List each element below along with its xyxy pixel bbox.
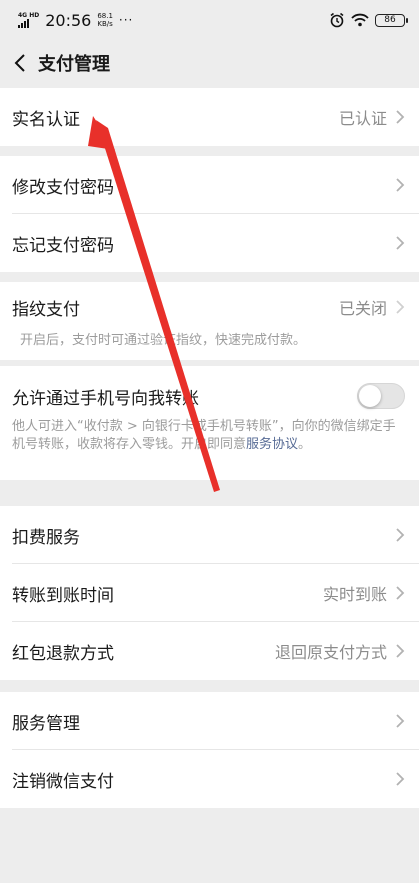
fingerprint-label: 指纹支付	[12, 299, 80, 320]
signal-icon: 4G HD	[18, 12, 39, 28]
manage-group: 服务管理 注销微信支付	[0, 692, 419, 808]
chevron-right-icon	[396, 300, 405, 314]
chevron-right-icon	[396, 110, 405, 124]
phone-transfer-row: 允许通过手机号向我转账	[0, 366, 419, 426]
chevron-right-icon	[396, 772, 405, 786]
realname-group: 实名认证 已认证	[0, 88, 419, 146]
network-speed: 68.1 KB/s	[97, 12, 113, 28]
page-title: 支付管理	[38, 54, 110, 75]
deduction-service-row[interactable]: 扣费服务	[0, 506, 419, 564]
phone-transfer-toggle[interactable]	[357, 383, 405, 409]
alarm-icon	[330, 12, 344, 28]
change-password-label: 修改支付密码	[12, 177, 114, 198]
transfer-time-value: 实时到账	[322, 585, 387, 604]
speed-unit: KB/s	[97, 20, 113, 28]
nav-bar: 支付管理	[0, 40, 419, 86]
fingerprint-status: 已关闭	[338, 299, 387, 318]
realname-row[interactable]: 实名认证 已认证	[0, 88, 419, 146]
refund-method-label: 红包退款方式	[12, 643, 114, 664]
fingerprint-group: 指纹支付 已关闭 开启后，支付时可通过验证指纹，快速完成付款。	[0, 282, 419, 360]
toggle-knob	[359, 385, 381, 407]
status-time: 20:56	[45, 10, 92, 30]
refund-method-row[interactable]: 红包退款方式 退回原支付方式	[0, 622, 419, 680]
phone-transfer-label: 允许通过手机号向我转账	[12, 388, 199, 409]
forgot-password-label: 忘记支付密码	[12, 235, 114, 256]
chevron-right-icon	[396, 586, 405, 600]
phone-transfer-desc-end: 。	[298, 437, 312, 452]
service-management-label: 服务管理	[12, 713, 80, 734]
phone-transfer-group: 允许通过手机号向我转账 他人可进入“收付款 > 向银行卡或手机号转账”，向你的微…	[0, 366, 419, 480]
status-left: 4G HD 20:56 68.1 KB/s ···	[18, 11, 133, 30]
cancel-wechat-pay-label: 注销微信支付	[12, 771, 114, 792]
fingerprint-description: 开启后，支付时可通过验证指纹，快速完成付款。	[20, 333, 307, 348]
services-group: 扣费服务 转账到账时间 实时到账 红包退款方式 退回原支付方式	[0, 506, 419, 680]
chevron-right-icon	[396, 714, 405, 728]
cancel-wechat-pay-row[interactable]: 注销微信支付	[0, 750, 419, 808]
status-right: 86	[329, 12, 408, 28]
phone-transfer-description: 他人可进入“收付款 > 向银行卡或手机号转账”，向你的微信绑定手机号转账，收款将…	[0, 418, 419, 480]
forgot-password-row[interactable]: 忘记支付密码	[0, 214, 419, 272]
fingerprint-row[interactable]: 指纹支付 已关闭	[0, 282, 419, 332]
status-bar: 4G HD 20:56 68.1 KB/s ··· 86	[0, 0, 419, 40]
chevron-right-icon	[396, 644, 405, 658]
realname-label: 实名认证	[12, 109, 80, 130]
service-agreement-link[interactable]: 服务协议	[246, 437, 298, 452]
back-chevron-icon[interactable]	[8, 51, 32, 75]
battery-icon: 86	[375, 13, 408, 27]
service-management-row[interactable]: 服务管理	[0, 692, 419, 750]
chevron-right-icon	[396, 528, 405, 542]
wifi-icon	[351, 13, 369, 27]
change-password-row[interactable]: 修改支付密码	[0, 156, 419, 214]
refund-method-value: 退回原支付方式	[274, 643, 387, 662]
chevron-right-icon	[396, 236, 405, 250]
deduction-service-label: 扣费服务	[12, 527, 80, 548]
more-notifications-icon: ···	[118, 13, 134, 27]
speed-value: 68.1	[97, 12, 113, 20]
password-group: 修改支付密码 忘记支付密码	[0, 156, 419, 272]
chevron-right-icon	[396, 178, 405, 192]
transfer-time-row[interactable]: 转账到账时间 实时到账	[0, 564, 419, 622]
transfer-time-label: 转账到账时间	[12, 585, 114, 606]
battery-level: 86	[384, 15, 396, 25]
realname-status: 已认证	[338, 109, 387, 128]
